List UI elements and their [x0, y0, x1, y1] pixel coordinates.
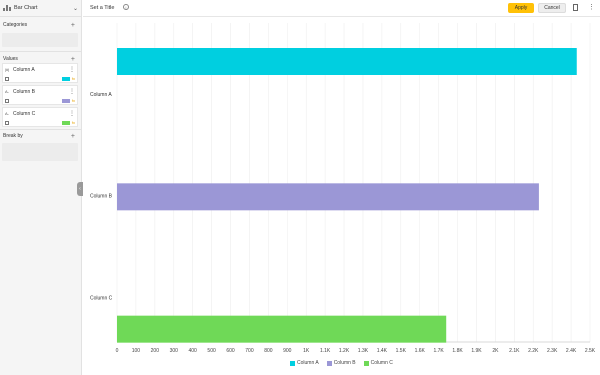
- legend-item[interactable]: Column C: [363, 360, 393, 366]
- x-tick-label: 100: [132, 348, 141, 354]
- x-tick-label: 1.6K: [415, 348, 426, 354]
- x-tick-label: 700: [245, 348, 254, 354]
- categories-label: Categories: [3, 22, 28, 28]
- x-tick-label: 2.5K: [585, 348, 596, 354]
- bar-chart: 0 100 200 300 400 500 600 700 800 900 1K 1.1K 1.2K 1.…: [90, 23, 596, 354]
- more-vert-icon[interactable]: ⋮: [69, 88, 75, 95]
- x-tick-label: 1.7K: [433, 348, 444, 354]
- apply-button[interactable]: Apply: [508, 3, 534, 13]
- x-tick-label: 800: [264, 348, 273, 354]
- add-category-icon[interactable]: +: [71, 22, 75, 29]
- legend-swatch: [326, 360, 332, 366]
- break-by-dropzone[interactable]: [2, 143, 78, 161]
- value-name: Column C: [13, 110, 36, 117]
- x-tick-label: 1.2K: [339, 348, 350, 354]
- divider: [0, 129, 82, 130]
- document-icon[interactable]: [573, 4, 578, 11]
- legend-swatch: [290, 360, 295, 366]
- bar-chart-icon: [3, 5, 11, 11]
- more-vert-icon[interactable]: ⋮: [588, 3, 595, 12]
- legend-label: Column B: [333, 360, 356, 366]
- x-tick-label: 1.1K: [320, 348, 331, 354]
- x-tick-label: 1.9K: [471, 348, 482, 354]
- x-tick-label: 900: [283, 348, 292, 354]
- more-vert-icon[interactable]: ⋮: [69, 66, 75, 73]
- x-tick-label: 2.3K: [547, 348, 558, 354]
- legend-item[interactable]: Column B: [326, 360, 356, 366]
- chart-legend: Column A Column B Column C: [290, 360, 393, 366]
- legend-swatch: [363, 360, 369, 366]
- chart-type-selector[interactable]: Bar Chart ⌄: [0, 0, 82, 17]
- x-tick-label: 200: [151, 348, 160, 354]
- bar: [117, 183, 539, 211]
- color-swatch[interactable]: [61, 120, 70, 125]
- x-tick-label: 1K: [303, 348, 310, 354]
- values-label: Values: [3, 56, 18, 62]
- x-tick-label: 500: [207, 348, 216, 354]
- chart-config-panel: Bar Chart ⌄ Categories + Values + |#| Co…: [0, 0, 82, 375]
- formula-icon[interactable]: fx: [72, 76, 75, 81]
- break-by-label: Break by: [3, 133, 23, 139]
- x-tick-label: 600: [226, 348, 235, 354]
- y-category-label: Column B: [90, 193, 113, 199]
- chart-title-input[interactable]: Set a Title: [90, 5, 114, 11]
- bar: [117, 48, 577, 75]
- aggregation-icon[interactable]: |#|: [5, 67, 13, 72]
- x-tick-label: 2K: [492, 348, 499, 354]
- x-tick-label: 1.5K: [396, 348, 407, 354]
- aggregation-icon[interactable]: A-: [5, 111, 13, 116]
- x-tick-label: 1.8K: [452, 348, 463, 354]
- add-break-by-icon[interactable]: +: [71, 133, 75, 140]
- trash-icon[interactable]: [5, 98, 9, 103]
- chart-type-label: Bar Chart: [14, 5, 38, 11]
- chevron-left-icon: ‹: [79, 185, 81, 192]
- x-tick-label: 400: [189, 348, 198, 354]
- categories-dropzone[interactable]: [2, 33, 78, 47]
- formula-icon[interactable]: fx: [72, 98, 75, 103]
- info-icon[interactable]: i: [123, 4, 129, 10]
- trash-icon[interactable]: [5, 120, 9, 125]
- more-vert-icon[interactable]: ⋮: [69, 110, 75, 117]
- cancel-button[interactable]: Cancel: [538, 3, 566, 13]
- legend-item[interactable]: Column A: [290, 360, 319, 366]
- add-value-icon[interactable]: +: [71, 56, 75, 63]
- color-swatch[interactable]: [61, 76, 70, 81]
- value-name: Column A: [13, 66, 35, 73]
- legend-label: Column A: [297, 360, 319, 366]
- legend-label: Column C: [370, 360, 393, 366]
- trash-icon[interactable]: [5, 76, 9, 81]
- y-category-label: Column A: [90, 92, 112, 98]
- divider: [0, 51, 82, 52]
- aggregation-icon[interactable]: A-: [5, 89, 13, 94]
- x-tick-label: 0: [116, 348, 119, 354]
- toolbar: Set a Title i Apply Cancel ⋮: [83, 0, 600, 17]
- x-tick-label: 300: [170, 348, 179, 354]
- x-tick-label: 2.4K: [566, 348, 577, 354]
- x-tick-label: 1.4K: [377, 348, 388, 354]
- x-tick-label: 2.2K: [528, 348, 539, 354]
- x-tick-label: 1.3K: [358, 348, 369, 354]
- color-swatch[interactable]: [61, 98, 70, 103]
- x-tick-label: 2.1K: [509, 348, 520, 354]
- chevron-down-icon[interactable]: ⌄: [73, 5, 78, 12]
- value-card-column-c[interactable]: A- Column C ⋮ fx: [2, 107, 78, 127]
- value-card-column-a[interactable]: |#| Column A ⋮ fx: [2, 63, 78, 83]
- y-category-label: Column C: [90, 296, 113, 302]
- bar: [117, 315, 447, 343]
- value-name: Column B: [13, 88, 35, 95]
- formula-icon[interactable]: fx: [72, 120, 75, 125]
- value-card-column-b[interactable]: A- Column B ⋮ fx: [2, 85, 78, 105]
